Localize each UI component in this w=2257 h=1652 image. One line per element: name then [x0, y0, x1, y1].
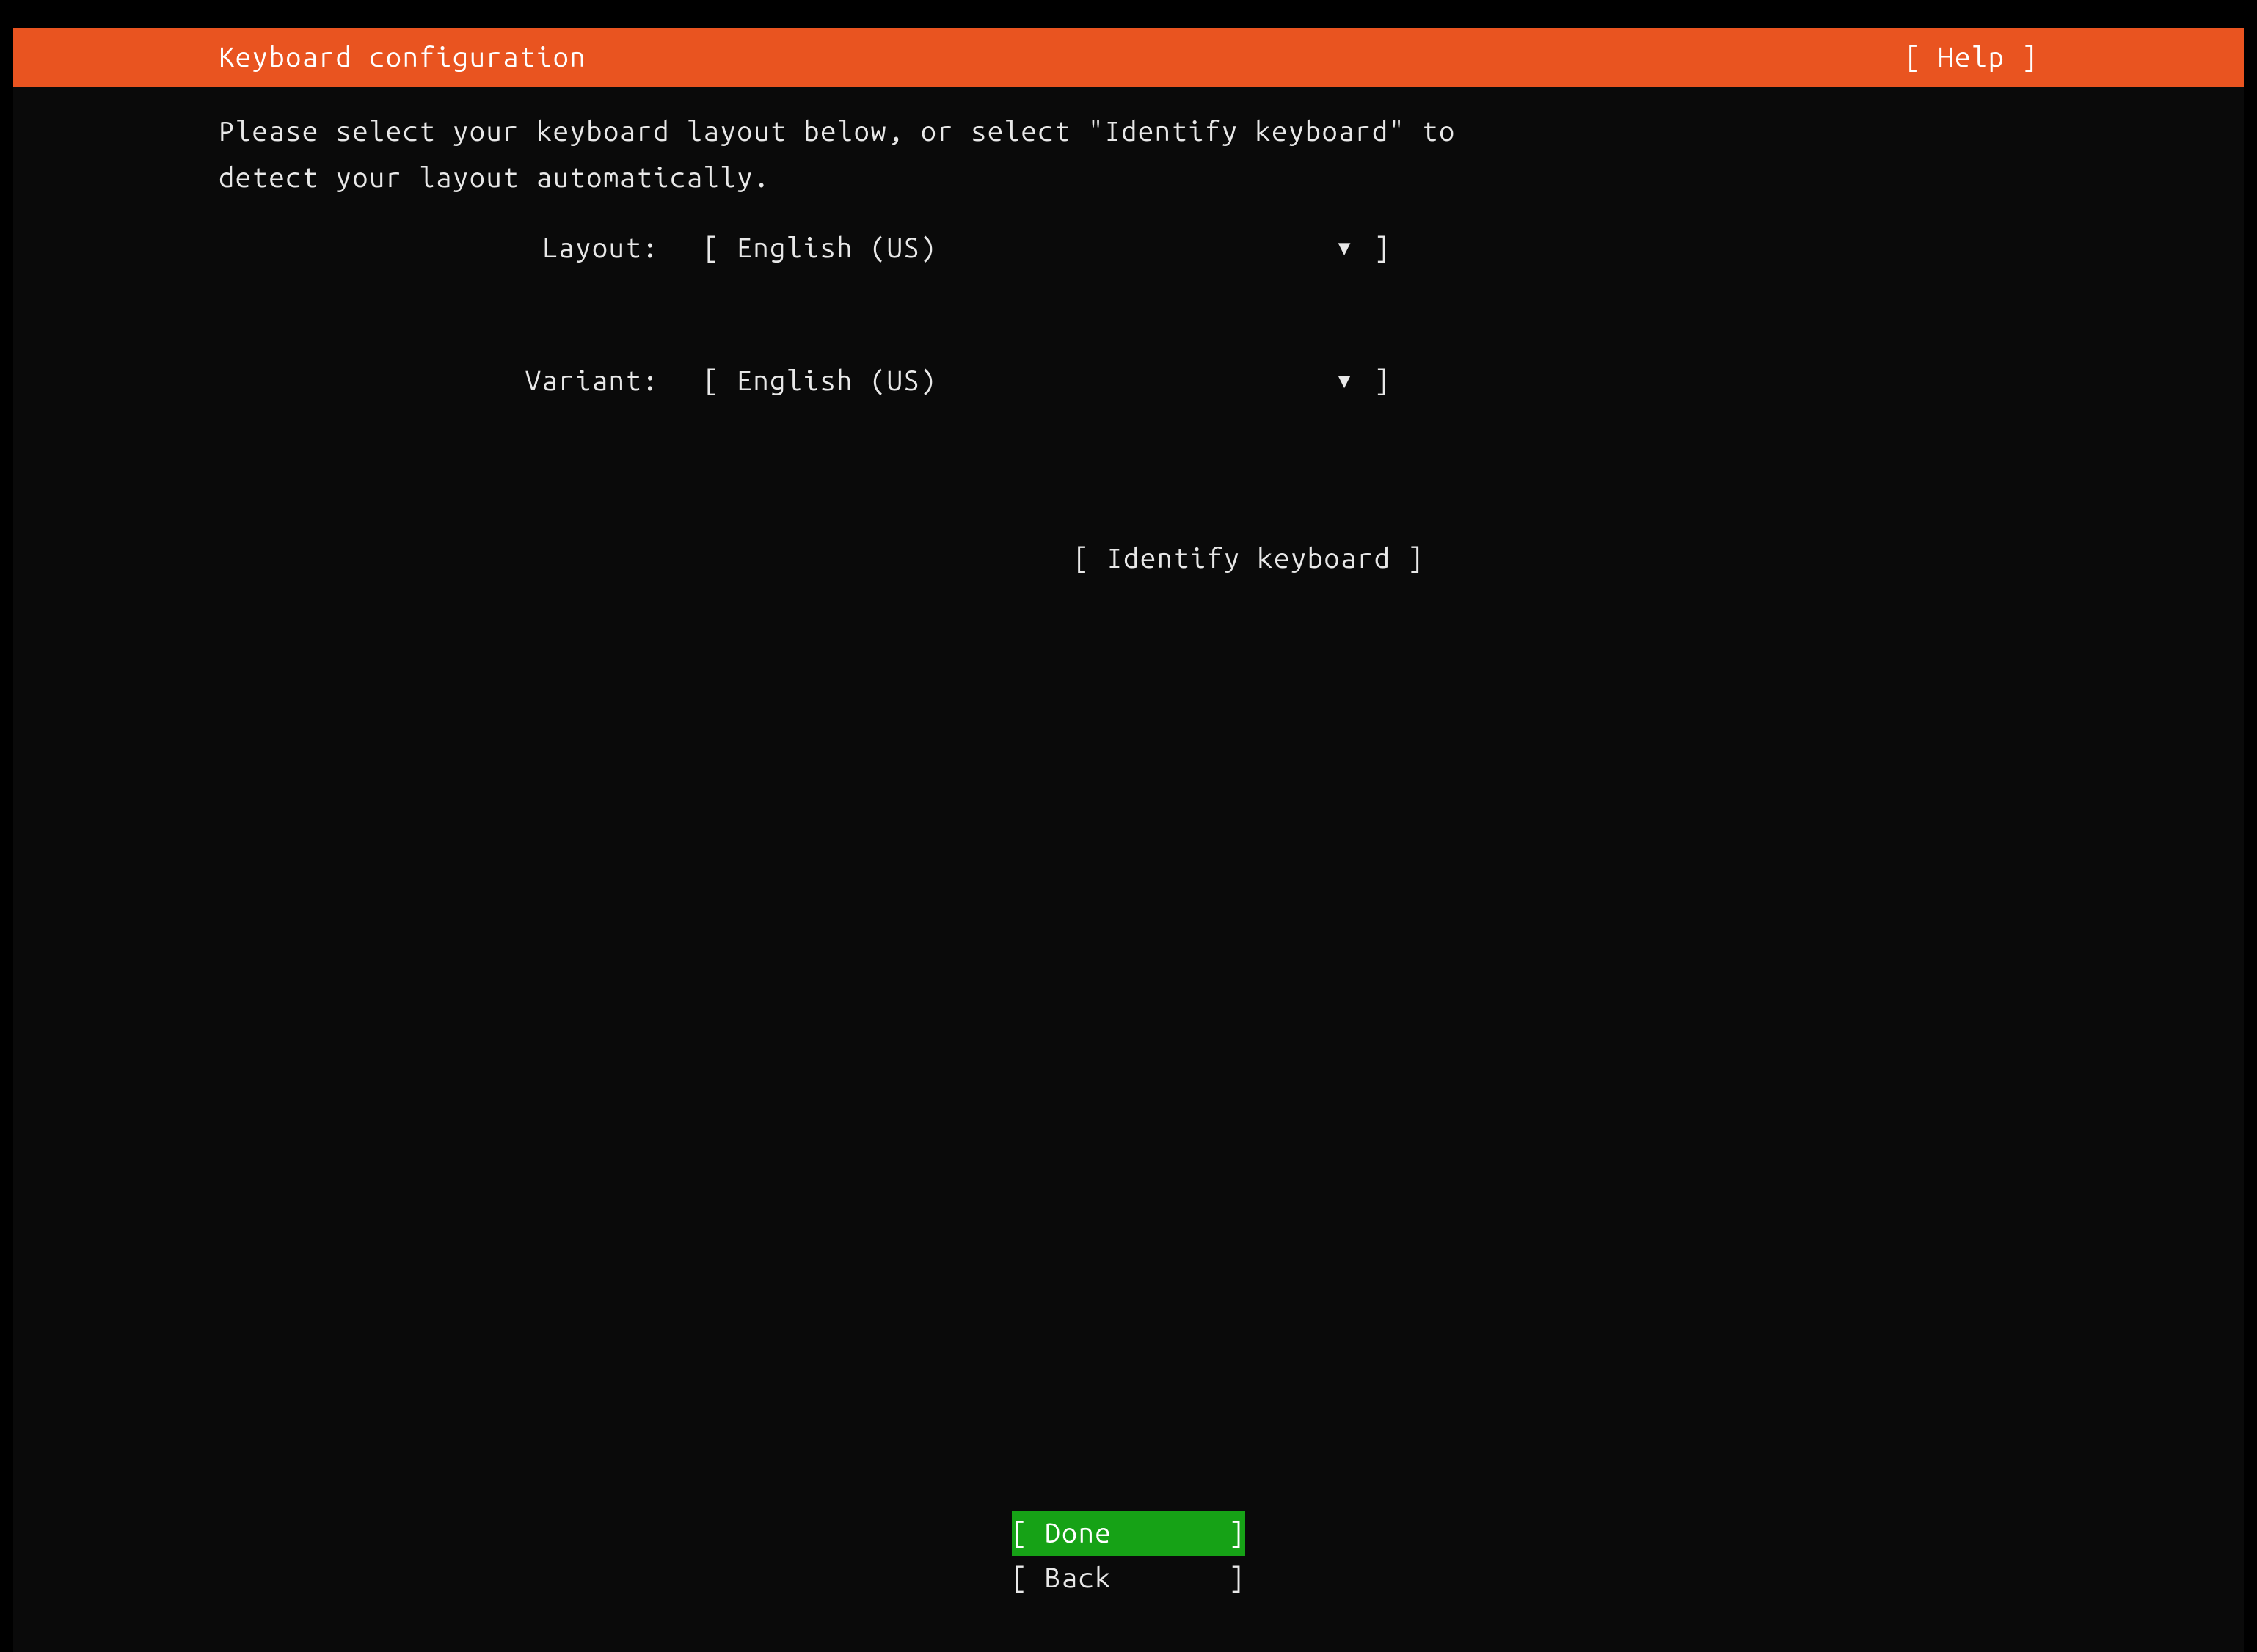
variant-row: Variant: [ English (US)▼ ] — [219, 359, 2038, 403]
layout-select[interactable]: [ English (US)▼ ] — [703, 226, 1390, 271]
layout-row: Layout: [ English (US)▼ ] — [219, 226, 2038, 271]
layout-value: English (US) — [737, 226, 1338, 271]
variant-value: English (US) — [737, 359, 1338, 403]
variant-select[interactable]: [ English (US)▼ ] — [703, 359, 1390, 403]
variant-label: Variant: — [219, 359, 703, 403]
footer-buttons: [ Done ] [ Back ] — [13, 1511, 2244, 1601]
chevron-down-icon: ▼ — [1338, 365, 1352, 398]
back-button[interactable]: [ Back ] — [1012, 1556, 1246, 1601]
page-title: Keyboard configuration — [219, 35, 586, 80]
instruction-text: Please select your keyboard layout below… — [219, 109, 2038, 200]
identify-keyboard-button[interactable]: [ Identify keyboard ] — [1073, 543, 1424, 574]
header-bar: Keyboard configuration [ Help ] — [13, 28, 2244, 87]
done-button[interactable]: [ Done ] — [1012, 1511, 1246, 1556]
chevron-down-icon: ▼ — [1338, 232, 1352, 265]
content-area: Please select your keyboard layout below… — [13, 87, 2244, 625]
help-button[interactable]: [ Help ] — [1905, 35, 2038, 80]
layout-label: Layout: — [219, 226, 703, 271]
